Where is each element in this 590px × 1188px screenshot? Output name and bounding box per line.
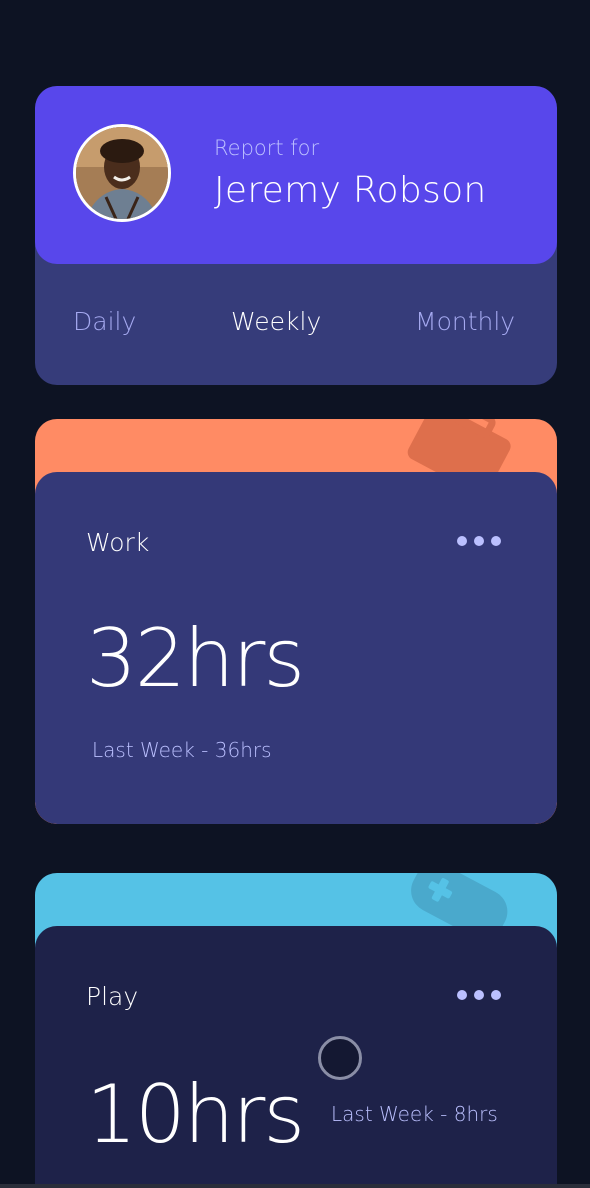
activity-body-play: Play 10hrs Last Week - 8hrs (35, 926, 557, 1188)
tab-monthly[interactable]: Monthly (415, 307, 515, 336)
timeframe-tabs: Daily Weekly Monthly (35, 264, 557, 385)
current-hours: 32hrs (86, 612, 305, 705)
cursor-indicator (318, 1036, 362, 1080)
previous-hours: Last Week - 8hrs (331, 1102, 498, 1126)
more-options-icon[interactable] (457, 534, 501, 548)
briefcase-icon (407, 419, 511, 479)
previous-hours: Last Week - 36hrs (92, 738, 272, 762)
current-hours: 10hrs (86, 1068, 305, 1161)
bottom-edge (0, 1184, 590, 1188)
profile-card: Report for Jeremy Robson Daily Weekly Mo… (35, 86, 557, 385)
activity-title: Play (86, 982, 139, 1011)
more-options-icon[interactable] (457, 988, 501, 1002)
user-name: Jeremy Robson (214, 170, 487, 211)
profile-header: Report for Jeremy Robson (35, 86, 557, 264)
tab-daily[interactable]: Daily (73, 307, 136, 336)
activity-body-work: Work 32hrs Last Week - 36hrs (35, 472, 557, 824)
avatar-image (76, 127, 168, 219)
tab-weekly[interactable]: Weekly (231, 307, 321, 336)
time-tracking-dashboard: Report for Jeremy Robson Daily Weekly Mo… (0, 0, 590, 1188)
gamepad-icon (411, 873, 508, 933)
report-for-label: Report for (214, 136, 320, 160)
activity-card-play: Play 10hrs Last Week - 8hrs (35, 873, 557, 1188)
avatar (73, 124, 171, 222)
activity-card-work: Work 32hrs Last Week - 36hrs (35, 419, 557, 824)
activity-title: Work (86, 528, 150, 557)
